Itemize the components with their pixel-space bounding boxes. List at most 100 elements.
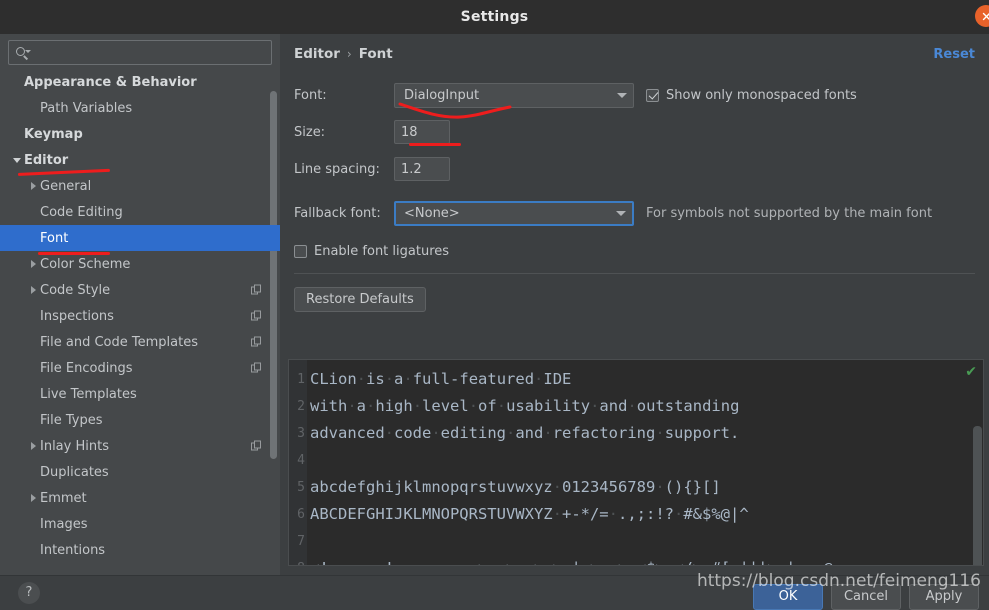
ok-button[interactable]: OK (753, 584, 823, 610)
sidebar-item-duplicates[interactable]: Duplicates (0, 459, 280, 485)
sidebar-item-font[interactable]: Font (0, 225, 280, 251)
cancel-button[interactable]: Cancel (831, 584, 901, 610)
sidebar-item-inlay-hints[interactable]: Inlay Hints (0, 433, 280, 459)
sidebar-item-label: File Encodings (40, 361, 133, 376)
settings-tree: Appearance & Behavior Path Variables Keyma… (0, 69, 280, 575)
preview-line (307, 447, 983, 474)
preview-line: CLion·is·a·full-featured·IDE (307, 366, 983, 393)
sidebar-item-code-style[interactable]: Code Style (0, 277, 280, 303)
sidebar-item-appearance-behavior[interactable]: Appearance & Behavior (0, 69, 280, 95)
font-preview-panel[interactable]: 12345678 CLion·is·a·full-featured·IDEwit… (288, 359, 984, 566)
breadcrumb-current: Font (359, 46, 393, 62)
sidebar-item-color-scheme[interactable]: Color Scheme (0, 251, 280, 277)
preview-gutter: 12345678 (289, 360, 307, 565)
breadcrumb: Editor › Font Reset (280, 34, 989, 64)
reset-link[interactable]: Reset (933, 47, 975, 62)
search-wrapper (0, 34, 280, 69)
chevron-right-icon[interactable] (26, 494, 40, 502)
copy-settings-icon[interactable] (251, 363, 262, 374)
chevron-right-icon[interactable] (26, 260, 40, 268)
ligatures-label: Enable font ligatures (314, 244, 449, 259)
sidebar-item-label: Code Editing (40, 205, 123, 220)
window-title: Settings (461, 9, 529, 25)
preview-line: <!--·--·!=·:=·===·>=·>-·>=>·|->·->·<$>·<… (307, 555, 983, 566)
fallback-font-combo[interactable]: <None> (394, 201, 634, 226)
sidebar-item-label: Duplicates (40, 465, 109, 480)
breadcrumb-parent[interactable]: Editor (294, 46, 340, 62)
sidebar-item-label: Font (40, 231, 68, 246)
sidebar-item-label: Keymap (24, 127, 83, 142)
preview-line: with·a·high·level·of·usability·and·outst… (307, 393, 983, 420)
copy-settings-icon[interactable] (251, 285, 262, 296)
preview-code[interactable]: CLion·is·a·full-featured·IDEwith·a·high·… (307, 360, 983, 565)
sidebar-item-live-templates[interactable]: Live Templates (0, 381, 280, 407)
sidebar-item-path-variables[interactable]: Path Variables (0, 95, 280, 121)
line-spacing-row: Line spacing: 1.2 (294, 156, 975, 182)
sidebar-item-file-encodings[interactable]: File Encodings (0, 355, 280, 381)
search-icon (15, 45, 31, 61)
restore-defaults-row: Restore Defaults (280, 274, 989, 312)
sidebar-item-code-editing[interactable]: Code Editing (0, 199, 280, 225)
apply-button[interactable]: Apply (909, 584, 979, 610)
preview-line: abcdefghijklmnopqrstuvwxyz·0123456789·()… (307, 474, 983, 501)
size-label: Size: (294, 125, 394, 140)
chevron-right-icon[interactable] (26, 182, 40, 190)
sidebar-item-file-and-code-templates[interactable]: File and Code Templates (0, 329, 280, 355)
search-box[interactable] (8, 40, 272, 65)
sidebar-item-label: Intentions (40, 543, 105, 558)
help-button[interactable]: ? (18, 582, 40, 604)
chevron-down-icon (617, 93, 627, 98)
chevron-down-icon[interactable] (10, 158, 24, 163)
copy-settings-icon[interactable] (251, 311, 262, 322)
preview-line: advanced·code·editing·and·refactoring·su… (307, 420, 983, 447)
close-icon (982, 12, 989, 21)
sidebar-item-intentions[interactable]: Intentions (0, 537, 280, 563)
copy-settings-icon[interactable] (251, 441, 262, 452)
sidebar-item-editor[interactable]: Editor (0, 147, 280, 173)
sidebar-item-label: File Types (40, 413, 103, 428)
sidebar-item-label: Editor (24, 153, 68, 168)
sidebar-item-images[interactable]: Images (0, 511, 280, 537)
settings-sidebar: Appearance & Behavior Path Variables Keyma… (0, 34, 280, 575)
ligatures-checkbox[interactable] (294, 245, 307, 258)
line-spacing-input[interactable]: 1.2 (394, 157, 450, 181)
preview-line-number: 3 (289, 420, 307, 447)
font-family-combo[interactable]: DialogInput (394, 83, 634, 108)
sidebar-item-label: Appearance & Behavior (24, 75, 197, 90)
preview-line (307, 528, 983, 555)
footer-button-group: OK Cancel Apply (753, 584, 979, 610)
ligatures-checkbox-row[interactable]: Enable font ligatures (280, 244, 989, 259)
copy-settings-icon[interactable] (251, 337, 262, 348)
sidebar-item-label: Inlay Hints (40, 439, 109, 454)
preview-line-number: 5 (289, 474, 307, 501)
sidebar-item-label: Emmet (40, 491, 87, 506)
search-input[interactable] (31, 44, 265, 61)
sidebar-item-label: Color Scheme (40, 257, 130, 272)
size-input[interactable]: 18 (394, 120, 450, 144)
font-label: Font: (294, 88, 394, 103)
monospaced-label: Show only monospaced fonts (666, 88, 857, 103)
sidebar-item-label: Live Templates (40, 387, 137, 402)
preview-line-number: 8 (289, 555, 307, 566)
monospaced-checkbox[interactable] (646, 89, 659, 102)
breadcrumb-separator-icon: › (347, 47, 352, 61)
dialog-body: Appearance & Behavior Path Variables Keyma… (0, 34, 989, 575)
sidebar-item-label: Inspections (40, 309, 114, 324)
chevron-right-icon[interactable] (26, 442, 40, 450)
preview-line-number: 2 (289, 393, 307, 420)
sidebar-item-file-types[interactable]: File Types (0, 407, 280, 433)
sidebar-item-inspections[interactable]: Inspections (0, 303, 280, 329)
preview-line-number: 1 (289, 366, 307, 393)
line-spacing-label: Line spacing: (294, 162, 394, 177)
font-row: Font: DialogInput Show only monospaced f… (294, 82, 975, 108)
restore-defaults-button[interactable]: Restore Defaults (294, 287, 426, 312)
monospaced-checkbox-row[interactable]: Show only monospaced fonts (646, 88, 857, 103)
close-circle-icon[interactable] (975, 5, 989, 27)
sidebar-item-label: Code Style (40, 283, 110, 298)
preview-scrollbar-thumb[interactable] (973, 426, 982, 566)
sidebar-item-general[interactable]: General (0, 173, 280, 199)
preview-line-number: 7 (289, 528, 307, 555)
chevron-right-icon[interactable] (26, 286, 40, 294)
sidebar-item-emmet[interactable]: Emmet (0, 485, 280, 511)
sidebar-item-keymap[interactable]: Keymap (0, 121, 280, 147)
